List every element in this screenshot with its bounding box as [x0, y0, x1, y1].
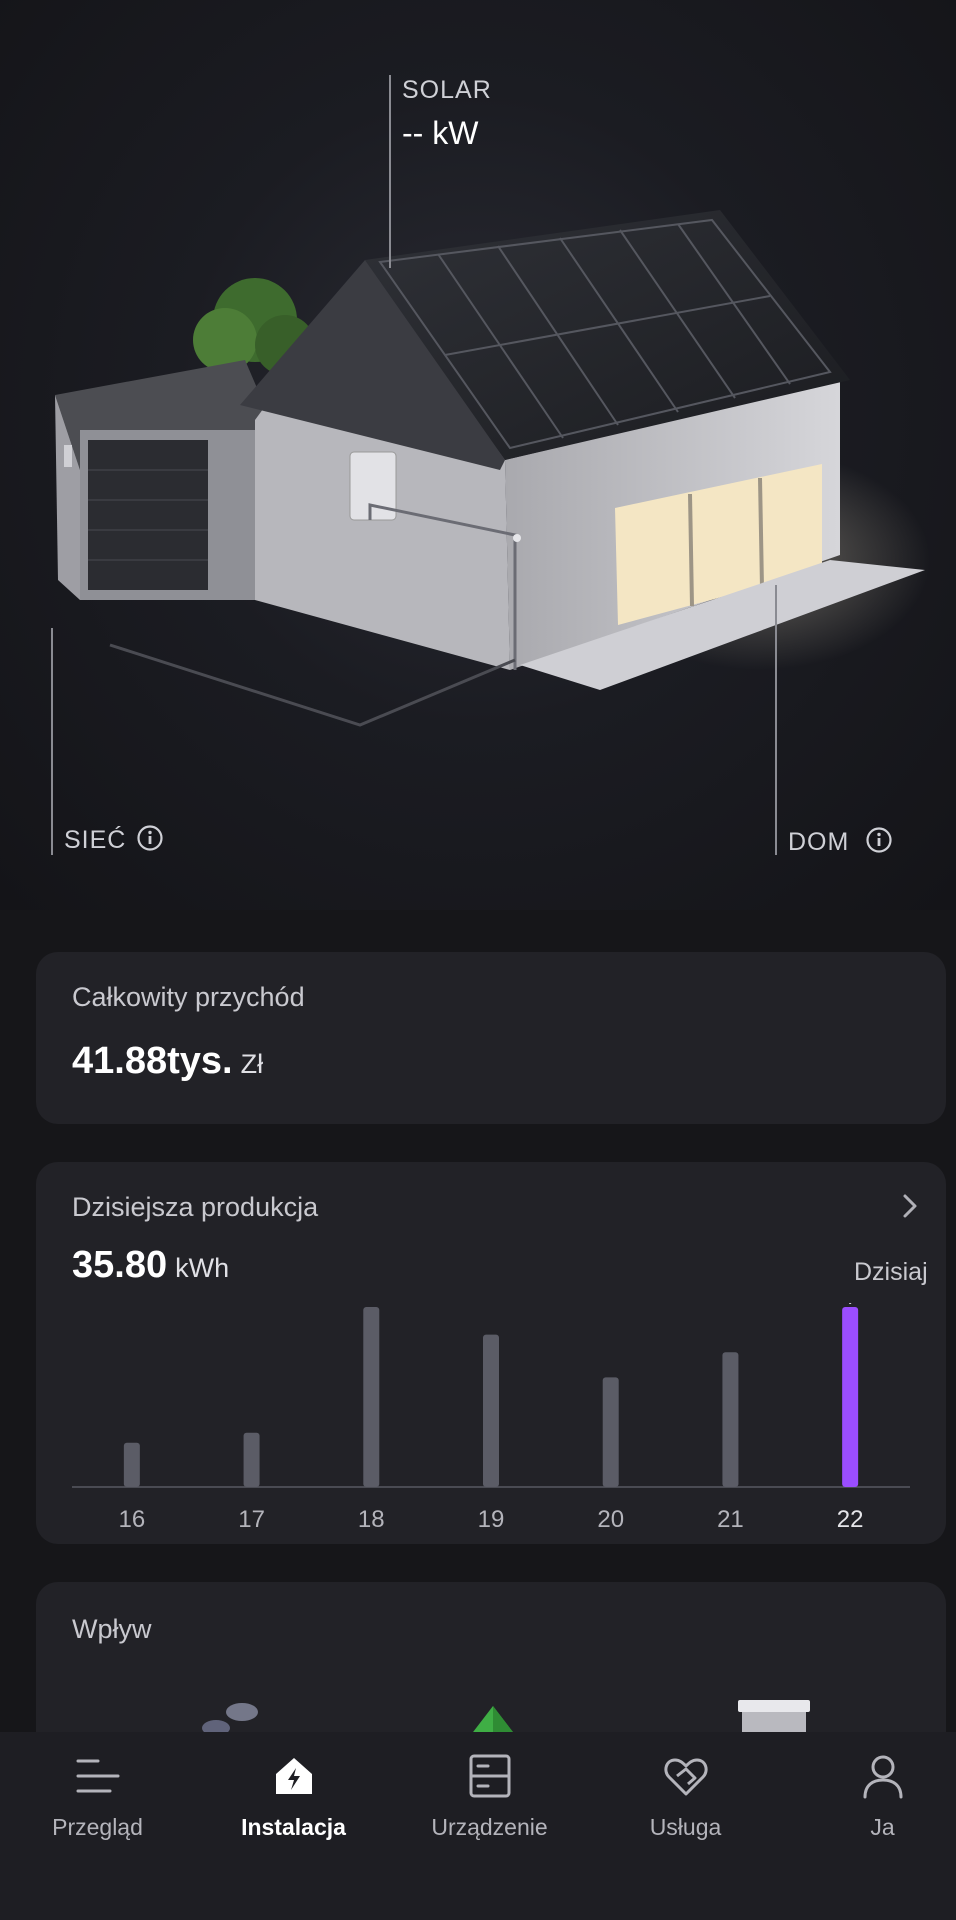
revenue-card[interactable]: Całkowity przychód 41.88tys. Zł: [36, 952, 946, 1124]
chart-bar-22[interactable]: [842, 1307, 859, 1487]
nav-item-installation[interactable]: Instalacja: [198, 1732, 389, 1920]
revenue-value: 41.88tys. Zł: [72, 1040, 263, 1083]
chart-tick-label: 17: [238, 1506, 265, 1533]
chart-tick-label: 19: [478, 1506, 505, 1533]
overview-icon: [76, 1759, 120, 1793]
solar-value: -- kW: [402, 115, 479, 151]
chart-bar-19[interactable]: [483, 1334, 499, 1487]
production-card[interactable]: Dzisiejsza produkcja 35.80 kWh Dzisiaj 16…: [36, 1162, 946, 1544]
revenue-unit: Zł: [240, 1049, 264, 1079]
chart-bar-18[interactable]: [363, 1307, 380, 1487]
installation-icon: [276, 1758, 312, 1794]
tree-icon: [470, 1706, 516, 1736]
home-label: DOM: [788, 828, 850, 856]
chart-tick-label: 21: [717, 1506, 744, 1533]
revenue-amount: 41.88tys.: [72, 1040, 233, 1082]
revenue-title: Całkowity przychód: [72, 982, 305, 1012]
service-icon: [664, 1758, 708, 1796]
nav-label-profile: Ja: [870, 1814, 895, 1840]
chart-tick-label: 16: [119, 1506, 146, 1533]
nav-item-profile[interactable]: Ja: [787, 1732, 956, 1920]
chart-tick-label: 22: [837, 1506, 864, 1533]
home-info-icon[interactable]: [865, 826, 893, 854]
chart-tick-label: 20: [597, 1506, 624, 1533]
grid-label: SIEĆ: [64, 826, 127, 854]
nav-item-overview[interactable]: Przegląd: [2, 1732, 193, 1920]
chart-tick-label: 18: [358, 1506, 385, 1533]
nav-label-overview: Przegląd: [52, 1814, 143, 1840]
energy-flow-section: SOLAR -- kW SIEĆ DOM: [0, 0, 956, 910]
chart-bar-20[interactable]: [602, 1377, 619, 1487]
nav-label-service: Usługa: [649, 1814, 722, 1840]
nav-item-device[interactable]: Urządzenie: [394, 1732, 585, 1920]
impact-title: Wpływ: [72, 1614, 152, 1644]
nav-label-installation: Instalacja: [241, 1814, 346, 1840]
chart-bar-17[interactable]: [243, 1432, 260, 1487]
production-bar-chart: 16 17 18 19 20 21 22: [72, 1303, 910, 1533]
chart-bar-16[interactable]: [123, 1442, 140, 1487]
chart-bar-21[interactable]: [722, 1352, 739, 1487]
device-icon: [469, 1754, 511, 1798]
nav-item-service[interactable]: Usługa: [590, 1732, 781, 1920]
bottom-navigation: Przegląd Instalacja Urządzenie Usługa Ja: [0, 1732, 956, 1920]
profile-icon: [863, 1755, 903, 1799]
nav-label-device: Urządzenie: [431, 1814, 548, 1840]
grid-info-icon[interactable]: [136, 824, 164, 852]
solar-label: SOLAR: [402, 76, 492, 104]
